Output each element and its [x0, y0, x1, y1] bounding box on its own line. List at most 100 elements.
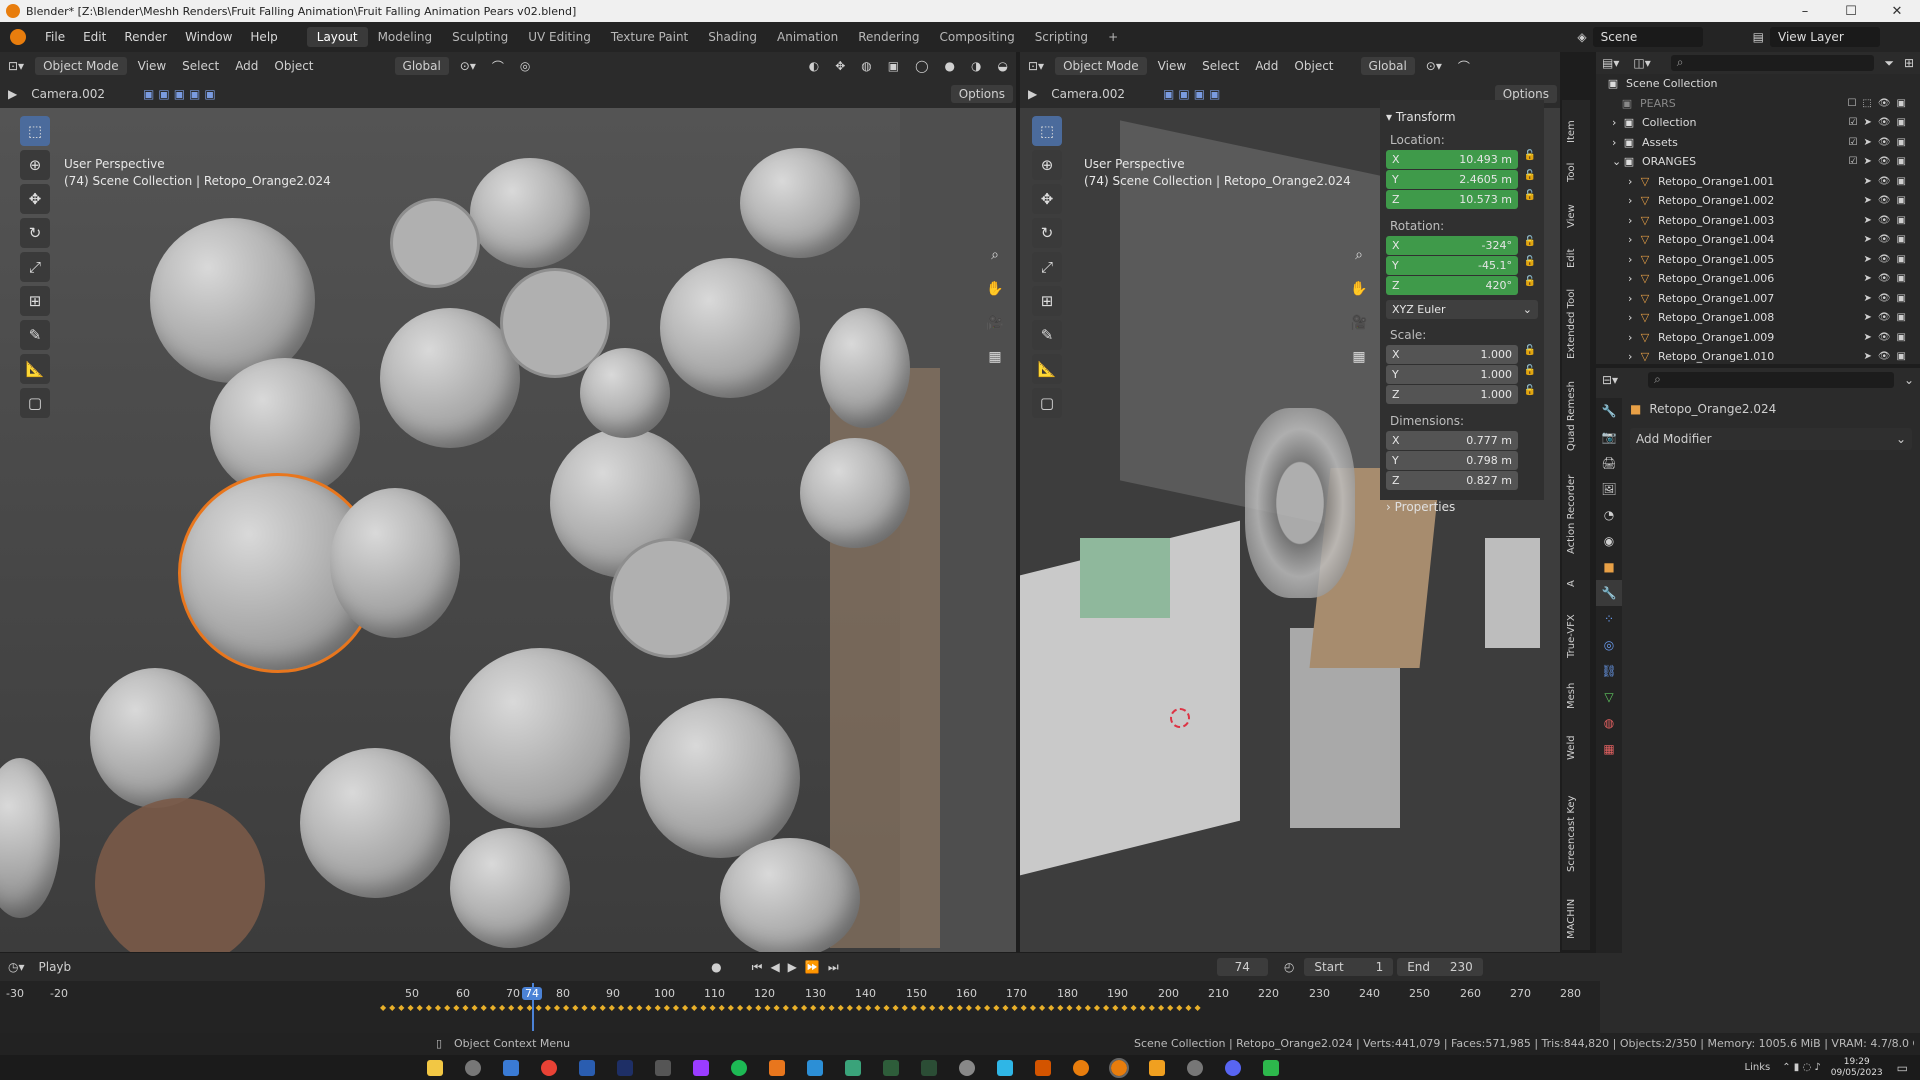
outliner-item[interactable]: › ▽ Retopo_Orange1.002 ➤👁▣: [1596, 191, 1920, 211]
playback-controls[interactable]: ⏮◀▶⏩⏭: [752, 960, 847, 975]
cursor-tool-icon[interactable]: ⊕: [1032, 150, 1062, 180]
view-layer-properties-icon[interactable]: 🖼: [1596, 476, 1622, 502]
constraints-properties-icon[interactable]: ⛓: [1596, 658, 1622, 684]
properties-section-header[interactable]: › Properties: [1386, 500, 1538, 514]
menu-window[interactable]: Window: [176, 30, 241, 44]
data-properties-icon[interactable]: ▽: [1596, 684, 1622, 710]
pivot-icon[interactable]: ⊙▾: [1418, 57, 1450, 75]
ortho-grid-icon[interactable]: ▦: [982, 344, 1008, 370]
sidebar-tab-quad-remesh[interactable]: Quad Remesh: [1566, 378, 1586, 454]
sidebar-tab-extended-tool[interactable]: Extended Tool: [1566, 284, 1586, 364]
outliner-editor-icon[interactable]: ▤▾: [1602, 56, 1619, 70]
outliner-item[interactable]: ▣ PEARS ☐⬚👁▣: [1596, 94, 1920, 114]
tab-texture-paint[interactable]: Texture Paint: [601, 27, 698, 47]
lock-icon[interactable]: 🔓: [1522, 190, 1538, 210]
outliner-item[interactable]: › ▽ Retopo_Orange1.003 ➤👁▣: [1596, 211, 1920, 231]
keyframes-row[interactable]: ◆◆◆◆◆◆◆◆◆◆◆◆◆◆◆◆◆◆◆◆◆◆◆◆◆◆◆◆◆◆◆◆◆◆◆◆◆◆◆◆…: [380, 1003, 1590, 1015]
blender-active-taskbar-icon[interactable]: [1109, 1057, 1129, 1078]
rotation-x-field[interactable]: X -324°: [1386, 236, 1518, 255]
menu-add[interactable]: Add: [227, 57, 266, 75]
outliner-item[interactable]: › ▽ Retopo_Orange1.009 ➤👁▣: [1596, 328, 1920, 348]
editor-type-icon[interactable]: ⊡▾: [0, 57, 32, 75]
shading-solid-icon[interactable]: ●: [937, 57, 963, 75]
rotate-tool-icon[interactable]: ↻: [20, 218, 50, 248]
filter-icon[interactable]: ⏷: [1884, 56, 1894, 71]
tab-layout[interactable]: Layout: [306, 27, 368, 47]
visibility-icon[interactable]: ◐: [801, 57, 827, 75]
chevron-down-icon[interactable]: ⌄: [1904, 373, 1914, 387]
app-icon[interactable]: [845, 1059, 861, 1076]
render-properties-icon[interactable]: 📷: [1596, 424, 1622, 450]
app-icon[interactable]: [1149, 1059, 1165, 1076]
outliner-item[interactable]: › ▣ Collection ☑➤👁▣: [1596, 113, 1920, 133]
expand-icon[interactable]: ›: [1628, 350, 1638, 363]
material-properties-icon[interactable]: ◍: [1596, 710, 1622, 736]
menu-edit[interactable]: Edit: [74, 30, 115, 44]
scale-z-field[interactable]: Z 1.000: [1386, 385, 1518, 404]
menu-view[interactable]: View: [1150, 57, 1194, 75]
move-tool-icon[interactable]: ✥: [20, 184, 50, 214]
zoom-icon[interactable]: ⌕: [982, 242, 1008, 268]
visibility-toggles[interactable]: ➤👁▣: [1863, 293, 1912, 304]
record-icon[interactable]: ●: [711, 960, 721, 974]
world-properties-icon[interactable]: ◉: [1596, 528, 1622, 554]
calculator-icon[interactable]: [503, 1059, 519, 1076]
camera-selector[interactable]: Camera.002: [1043, 85, 1133, 103]
add-cube-tool-icon[interactable]: ▢: [20, 388, 50, 418]
tab-sculpting[interactable]: Sculpting: [442, 27, 518, 47]
sidebar-tab-a[interactable]: A: [1566, 574, 1586, 594]
sidebar-tab-screencast-keys[interactable]: Screencast Key: [1566, 784, 1586, 884]
location-x-field[interactable]: X 10.493 m: [1386, 150, 1518, 169]
shading-material-icon[interactable]: ◑: [963, 57, 989, 75]
scale-tool-icon[interactable]: ⤢: [20, 252, 50, 282]
app-icon[interactable]: [655, 1059, 671, 1076]
menu-select[interactable]: Select: [1194, 57, 1247, 75]
xray-icon[interactable]: ▣: [880, 57, 907, 75]
dimensions-y-field[interactable]: Y 0.798 m: [1386, 451, 1518, 470]
physics-properties-icon[interactable]: ◎: [1596, 632, 1622, 658]
snap-icon[interactable]: ⌒: [484, 56, 512, 77]
scene-selector[interactable]: Scene: [1592, 27, 1703, 47]
chrome-icon[interactable]: [541, 1059, 557, 1076]
editor-type-icon[interactable]: ⊡▾: [1020, 57, 1052, 75]
selection-mode-icons[interactable]: ▣▣▣▣▣: [143, 87, 220, 101]
tab-shading[interactable]: Shading: [698, 27, 767, 47]
expand-icon[interactable]: ›: [1612, 136, 1622, 149]
tab-compositing[interactable]: Compositing: [929, 27, 1024, 47]
add-cube-tool-icon[interactable]: ▢: [1032, 388, 1062, 418]
app-icon[interactable]: [1035, 1059, 1051, 1076]
sidebar-tab-action-recorder[interactable]: Action Recorder: [1566, 466, 1586, 562]
display-mode-icon[interactable]: ◫▾: [1633, 56, 1650, 70]
outliner-root[interactable]: ▣ Scene Collection: [1596, 74, 1920, 94]
orientation-selector[interactable]: Global: [394, 57, 449, 75]
left-viewport-canvas[interactable]: [0, 108, 1016, 952]
app-icon[interactable]: [997, 1059, 1013, 1076]
select-box-tool-icon[interactable]: ⬚: [1032, 116, 1062, 146]
outliner-item[interactable]: › ▽ Retopo_Orange1.010 ➤👁▣: [1596, 347, 1920, 367]
file-explorer-icon[interactable]: [427, 1059, 443, 1076]
tab-modeling[interactable]: Modeling: [368, 27, 443, 47]
cursor-tool-icon[interactable]: ⊕: [20, 150, 50, 180]
visibility-toggles[interactable]: ➤👁▣: [1863, 312, 1912, 323]
discord-icon[interactable]: [1225, 1059, 1241, 1076]
app-icon[interactable]: [959, 1059, 975, 1076]
orientation-selector[interactable]: Global: [1360, 57, 1415, 75]
outliner-item[interactable]: › ▣ Assets ☑➤👁▣: [1596, 133, 1920, 153]
transform-tool-icon[interactable]: ⊞: [1032, 286, 1062, 316]
visibility-toggles[interactable]: ➤👁▣: [1863, 176, 1912, 187]
tab-rendering[interactable]: Rendering: [848, 27, 929, 47]
browser-icon[interactable]: [465, 1059, 481, 1076]
maximize-button[interactable]: ☐: [1828, 4, 1874, 19]
lock-icon[interactable]: 🔓: [1522, 385, 1538, 405]
tab-scripting[interactable]: Scripting: [1025, 27, 1098, 47]
location-y-field[interactable]: Y 2.4605 m: [1386, 170, 1518, 189]
menu-add[interactable]: Add: [1247, 57, 1286, 75]
rotation-y-field[interactable]: Y -45.1°: [1386, 256, 1518, 275]
outliner-item[interactable]: › ▽ Retopo_Orange1.001 ➤👁▣: [1596, 172, 1920, 192]
rotate-tool-icon[interactable]: ↻: [1032, 218, 1062, 248]
expand-icon[interactable]: ›: [1628, 194, 1638, 207]
sidebar-tab-mesh[interactable]: Mesh: [1566, 676, 1586, 716]
visibility-toggles[interactable]: ☐⬚👁▣: [1847, 98, 1912, 109]
daz-studio-icon[interactable]: [883, 1059, 899, 1076]
modifier-properties-icon[interactable]: 🔧: [1596, 580, 1622, 606]
